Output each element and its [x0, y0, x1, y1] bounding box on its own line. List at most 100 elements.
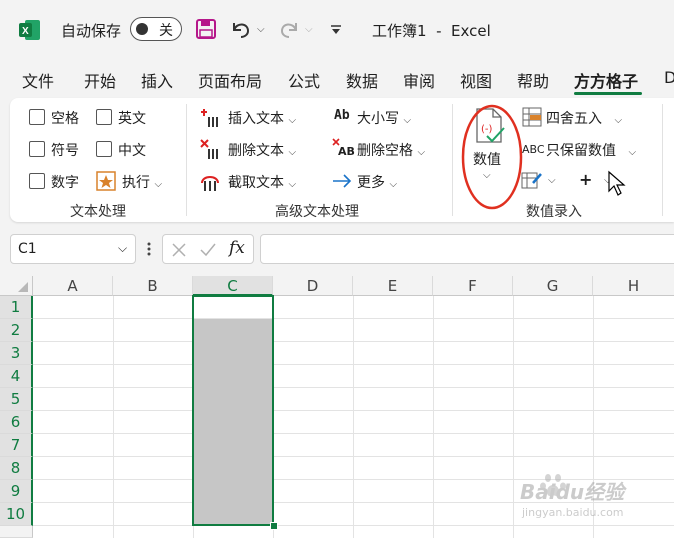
checkbox-english-label: 英文 — [118, 111, 146, 127]
tab-help[interactable]: 帮助 — [517, 68, 549, 92]
row-header-1[interactable]: 1 — [0, 296, 33, 319]
save-icon[interactable] — [196, 19, 216, 39]
checkbox-chinese[interactable] — [96, 141, 112, 157]
extract-text-icon — [201, 176, 219, 191]
round-button[interactable]: 四舍五入 ⌵ — [546, 108, 622, 128]
name-box-dropdown-icon[interactable]: ⌵ — [118, 241, 127, 256]
tab-insert[interactable]: 插入 — [141, 68, 173, 92]
watermark-url: jingyan.baidu.com — [522, 506, 624, 519]
svg-text:X: X — [22, 26, 29, 37]
checkbox-chinese-label: 中文 — [118, 143, 146, 159]
column-header-c[interactable]: C — [193, 276, 273, 296]
column-header-g[interactable]: G — [513, 276, 593, 296]
execute-icon[interactable] — [96, 171, 116, 191]
case-button[interactable]: 大小写 ⌵ — [357, 108, 411, 128]
autosave-toggle[interactable]: 关 — [130, 17, 182, 41]
grid-line — [33, 364, 674, 365]
extract-text-dropdown-icon: ⌵ — [288, 179, 297, 190]
insert-function-button[interactable]: fx — [229, 238, 245, 258]
arrow-right-icon — [333, 174, 352, 188]
delete-text-icon — [200, 139, 218, 159]
enter-icon[interactable] — [199, 242, 217, 258]
group-label-text-processing: 文本处理 — [70, 204, 126, 220]
grid-line — [33, 433, 674, 434]
fill-handle[interactable] — [270, 522, 278, 530]
row-header-11[interactable] — [0, 526, 33, 538]
delete-text-button[interactable]: 删除文本 ⌵ — [228, 140, 296, 160]
document-title: 工作簿1 - Excel — [372, 22, 491, 40]
customize-toolbar-icon[interactable] — [330, 24, 342, 36]
row-header-6[interactable]: 6 — [0, 411, 33, 434]
redo-dropdown-icon[interactable]: ⌵ — [305, 24, 313, 35]
grid-line — [33, 341, 674, 342]
selection-border[interactable] — [192, 295, 274, 526]
select-all-button[interactable] — [0, 276, 33, 296]
row-header-8[interactable]: 8 — [0, 457, 33, 480]
tab-fangfang[interactable]: 方方格子 — [574, 68, 638, 92]
autosave-label: 自动保存 — [61, 22, 122, 40]
excel-logo-icon: X — [19, 20, 40, 40]
more-button[interactable]: 更多 ⌵ — [357, 172, 397, 192]
tab-formulas[interactable]: 公式 — [288, 68, 320, 92]
plus-button[interactable]: + — [579, 170, 592, 189]
keep-values-dropdown-icon: ⌵ — [628, 147, 637, 158]
delete-space-button[interactable]: 删除空格 ⌵ — [357, 140, 425, 160]
group-label-numeric-entry: 数值录入 — [526, 204, 582, 220]
keep-values-label: 只保留数值 — [546, 143, 616, 159]
extract-text-label: 截取文本 — [228, 175, 284, 191]
row-header-10[interactable]: 10 — [0, 503, 33, 526]
autosave-state: 关 — [159, 23, 173, 39]
column-header-a[interactable]: A — [33, 276, 113, 296]
execute-button[interactable]: 执行 ⌵ — [122, 172, 162, 192]
redo-icon[interactable] — [278, 19, 300, 39]
row-header-7[interactable]: 7 — [0, 434, 33, 457]
tab-page-layout[interactable]: 页面布局 — [198, 68, 262, 92]
delete-space-dropdown-icon: ⌵ — [417, 147, 426, 158]
grid-line — [33, 456, 674, 457]
grid-line — [33, 410, 674, 411]
row-header-9[interactable]: 9 — [0, 480, 33, 503]
extract-text-button[interactable]: 截取文本 ⌵ — [228, 172, 296, 192]
edit-sheet-icon[interactable] — [521, 170, 543, 190]
column-header-d[interactable]: D — [273, 276, 353, 296]
checkbox-space[interactable] — [29, 109, 45, 125]
insert-text-button[interactable]: 插入文本 ⌵ — [228, 108, 296, 128]
tab-data[interactable]: 数据 — [346, 68, 378, 92]
select-all-triangle-icon — [18, 282, 28, 292]
checkbox-english[interactable] — [96, 109, 112, 125]
tab-d[interactable]: D — [664, 68, 674, 87]
undo-dropdown-icon[interactable]: ⌵ — [257, 24, 265, 35]
undo-icon[interactable] — [230, 19, 252, 39]
tab-home[interactable]: 开始 — [84, 68, 116, 92]
edit-sheet-dropdown-icon[interactable]: ⌵ — [548, 175, 556, 186]
watermark-brand: Baidu经验 — [520, 480, 625, 504]
checkbox-space-label: 空格 — [51, 111, 79, 127]
checkbox-number-label: 数字 — [51, 175, 79, 191]
execute-dropdown-icon: ⌵ — [154, 179, 163, 190]
active-tab-indicator — [574, 92, 642, 95]
tab-view[interactable]: 视图 — [460, 68, 492, 92]
column-header-h[interactable]: H — [593, 276, 674, 296]
execute-label: 执行 — [122, 175, 150, 191]
row-header-5[interactable]: 5 — [0, 388, 33, 411]
row-header-4[interactable]: 4 — [0, 365, 33, 388]
column-header-e[interactable]: E — [353, 276, 433, 296]
checkbox-number[interactable] — [29, 173, 45, 189]
row-header-3[interactable]: 3 — [0, 342, 33, 365]
column-header-b[interactable]: B — [113, 276, 193, 296]
row-header-2[interactable]: 2 — [0, 319, 33, 342]
formula-input[interactable] — [260, 234, 674, 264]
formula-bar-grip-icon[interactable] — [146, 241, 152, 257]
tab-review[interactable]: 审阅 — [403, 68, 435, 92]
cancel-icon[interactable] — [171, 242, 187, 258]
formula-buttons: fx — [162, 234, 254, 264]
checkbox-symbol[interactable] — [29, 141, 45, 157]
column-header-f[interactable]: F — [433, 276, 513, 296]
name-box[interactable]: C1 ⌵ — [10, 234, 136, 264]
group-separator — [186, 104, 187, 216]
insert-text-dropdown-icon: ⌵ — [288, 115, 297, 126]
tab-file[interactable]: 文件 — [22, 68, 54, 92]
delete-space-icon: AB — [338, 145, 355, 158]
keep-values-button[interactable]: 只保留数值 ⌵ — [546, 140, 636, 160]
round-icon — [522, 107, 542, 127]
